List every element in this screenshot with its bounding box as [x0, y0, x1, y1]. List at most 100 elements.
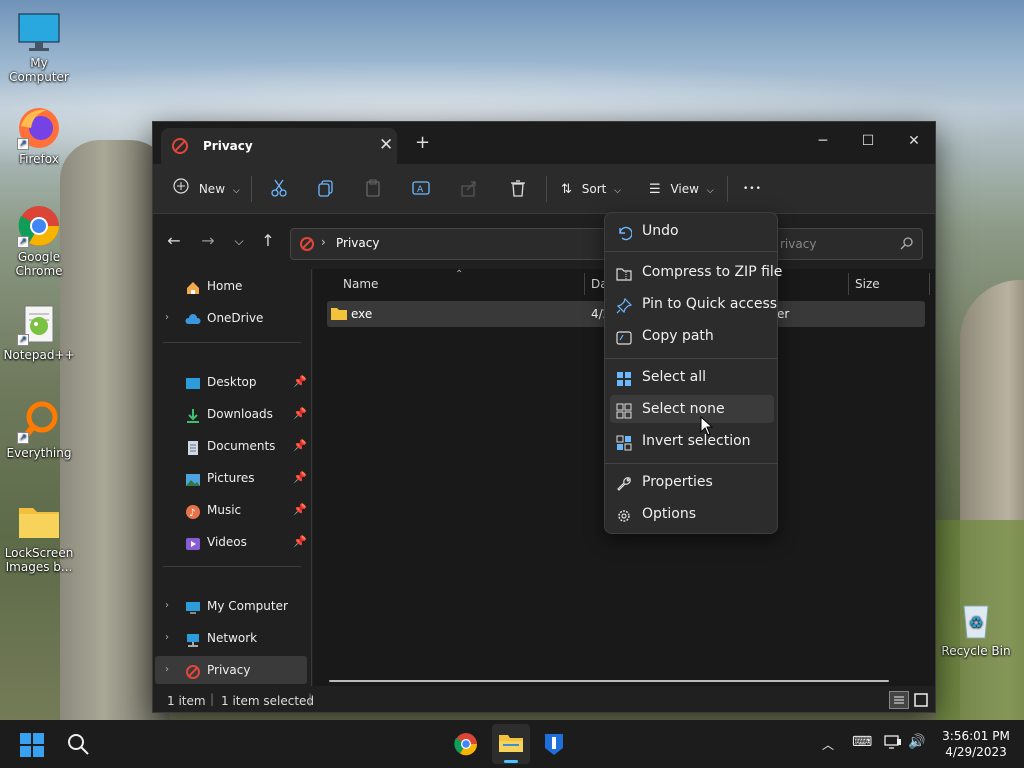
breadcrumb-privacy[interactable]: Privacy — [336, 236, 379, 250]
menu-item-options[interactable]: Options — [610, 500, 774, 528]
keyboard-icon[interactable]: ⌨ — [852, 734, 872, 750]
search-box[interactable]: rivacy — [773, 228, 923, 260]
network-display-icon[interactable] — [884, 734, 902, 754]
back-arrow-icon[interactable]: ← — [163, 231, 185, 250]
copy-icon[interactable] — [316, 178, 338, 200]
system-clock[interactable]: 3:56:01 PM 4/29/2023 — [936, 728, 1016, 760]
column-header-name[interactable]: Name — [343, 277, 378, 297]
show-hidden-icons-chevron-icon[interactable]: ︿ — [822, 736, 834, 753]
search-placeholder: rivacy — [780, 237, 817, 251]
file-explorer-taskbar-button[interactable] — [492, 724, 530, 764]
column-divider[interactable] — [848, 273, 849, 295]
pane-divider[interactable] — [311, 269, 312, 686]
plus-circle-icon — [173, 177, 189, 202]
column-divider[interactable] — [584, 273, 585, 295]
sidebar-item-downloads[interactable]: Downloads 📌 — [165, 400, 307, 428]
sort-button[interactable]: ⇅ Sort ⌵ — [561, 177, 621, 201]
paste-icon[interactable] — [363, 178, 385, 200]
desktop-icon-my-computer[interactable]: My Computer — [0, 10, 78, 84]
chevron-down-icon: ⌵ — [232, 186, 240, 196]
sidebar-item-network[interactable]: › Network — [165, 624, 307, 652]
view-button[interactable]: ☰ View ⌵ — [649, 177, 714, 201]
sidebar-item-music[interactable]: ♪ Music 📌 — [165, 496, 307, 524]
active-indicator — [504, 760, 518, 763]
navigation-bar: ← → ⌵ ↑ › Privacy rivacy — [153, 215, 935, 267]
toolbar-divider — [251, 176, 252, 202]
forward-arrow-icon[interactable]: → — [197, 231, 219, 250]
desktop-icon-firefox[interactable]: ↗ Firefox — [0, 106, 78, 166]
menu-item-copy-path[interactable]: Copy path — [610, 322, 774, 350]
sidebar-item-videos[interactable]: Videos 📌 — [165, 528, 307, 556]
pin-icon[interactable]: 📌 — [293, 528, 307, 556]
desktop-icon-chrome[interactable]: ↗ Google Chrome — [0, 204, 78, 278]
clock-time: 3:56:01 PM — [942, 729, 1010, 743]
desktop-icon-notepadpp[interactable]: ↗ Notepad++ — [0, 302, 78, 362]
pin-icon[interactable]: 📌 — [293, 368, 307, 396]
desktop-icon-lockscreen-folder[interactable]: LockScreen Images b... — [0, 500, 78, 574]
pin-icon[interactable]: 📌 — [293, 432, 307, 460]
chrome-icon[interactable] — [454, 732, 478, 759]
tiles-view-icon[interactable] — [912, 691, 930, 709]
sidebar-item-documents[interactable]: Documents 📌 — [165, 432, 307, 460]
windows-start-icon[interactable] — [20, 733, 44, 760]
sidebar-item-privacy[interactable]: › Privacy — [155, 656, 307, 684]
sidebar-item-desktop[interactable]: Desktop 📌 — [165, 368, 307, 396]
menu-divider — [605, 463, 777, 464]
menu-item-properties[interactable]: Properties — [610, 468, 774, 496]
sidebar-item-onedrive[interactable]: › OneDrive — [165, 304, 307, 332]
maximize-button[interactable]: ☐ — [845, 127, 891, 155]
svg-text:♪: ♪ — [189, 508, 195, 519]
taskbar: ︿ ⌨ 🔊 3:56:01 PM 4/29/2023 — [0, 720, 1024, 768]
close-window-button[interactable]: ✕ — [891, 127, 937, 155]
details-view-icon[interactable] — [889, 691, 909, 709]
pin-icon[interactable]: 📌 — [293, 496, 307, 524]
svg-text:A: A — [417, 185, 424, 195]
delete-icon[interactable] — [508, 178, 530, 200]
menu-item-undo[interactable]: Undo — [610, 217, 774, 245]
recent-locations-chevron-icon[interactable]: ⌵ — [228, 234, 250, 249]
address-bar[interactable]: › Privacy — [290, 228, 620, 260]
clock-date: 4/29/2023 — [945, 745, 1007, 759]
menu-item-compress-zip[interactable]: Compress to ZIP file — [610, 258, 782, 286]
menu-item-select-all[interactable]: Select all — [610, 363, 774, 391]
close-tab-icon[interactable]: ✕ — [379, 135, 393, 155]
new-button[interactable]: New ⌵ — [173, 177, 240, 201]
desktop-icon — [185, 374, 201, 390]
pin-icon[interactable]: 📌 — [293, 400, 307, 428]
desktop-icon-everything[interactable]: ↗ Everything — [0, 400, 78, 460]
select-none-icon — [616, 401, 632, 419]
column-divider[interactable] — [929, 273, 930, 295]
menu-divider — [605, 251, 777, 252]
title-bar[interactable]: Privacy ✕ + ─ ☐ ✕ — [153, 122, 935, 164]
app-shield-icon[interactable] — [542, 732, 566, 759]
chevron-down-icon: ⌵ — [706, 186, 714, 196]
up-arrow-icon[interactable]: ↑ — [257, 231, 279, 250]
column-header-size[interactable]: Size — [855, 277, 880, 297]
chevron-right-icon: › — [165, 600, 169, 611]
menu-item-invert-selection[interactable]: Invert selection — [610, 427, 774, 455]
desktop-icon-recycle-bin[interactable]: ♻ Recycle Bin — [936, 598, 1016, 658]
horizontal-scrollbar[interactable] — [329, 680, 889, 682]
toolbar-divider — [546, 176, 547, 202]
mouse-cursor-icon — [700, 415, 714, 439]
menu-item-select-none[interactable]: Select none — [610, 395, 774, 423]
tab-privacy[interactable]: Privacy ✕ — [161, 128, 397, 164]
monitor-icon — [185, 598, 201, 614]
new-tab-button[interactable]: + — [415, 132, 430, 153]
sidebar-divider — [163, 342, 301, 343]
minimize-button[interactable]: ─ — [800, 127, 846, 155]
sidebar-item-home[interactable]: Home — [165, 272, 307, 300]
volume-icon[interactable]: 🔊 — [908, 734, 925, 750]
rename-icon[interactable]: A — [411, 178, 433, 200]
sidebar-item-pictures[interactable]: Pictures 📌 — [165, 464, 307, 492]
see-more-button[interactable]: ••• — [743, 177, 762, 201]
search-icon[interactable] — [66, 732, 90, 759]
share-icon[interactable] — [459, 178, 481, 200]
pin-icon[interactable]: 📌 — [293, 464, 307, 492]
sidebar-item-my-computer[interactable]: › My Computer — [165, 592, 307, 620]
everything-search-icon: ↗ — [17, 400, 61, 444]
menu-item-pin-quick-access[interactable]: Pin to Quick access — [610, 290, 777, 318]
cut-icon[interactable] — [269, 178, 291, 200]
file-explorer-window: Privacy ✕ + ─ ☐ ✕ New ⌵ A ⇅ Sort ⌵ ☰ Vie… — [152, 121, 936, 713]
chevron-down-icon: ⌵ — [614, 186, 621, 196]
